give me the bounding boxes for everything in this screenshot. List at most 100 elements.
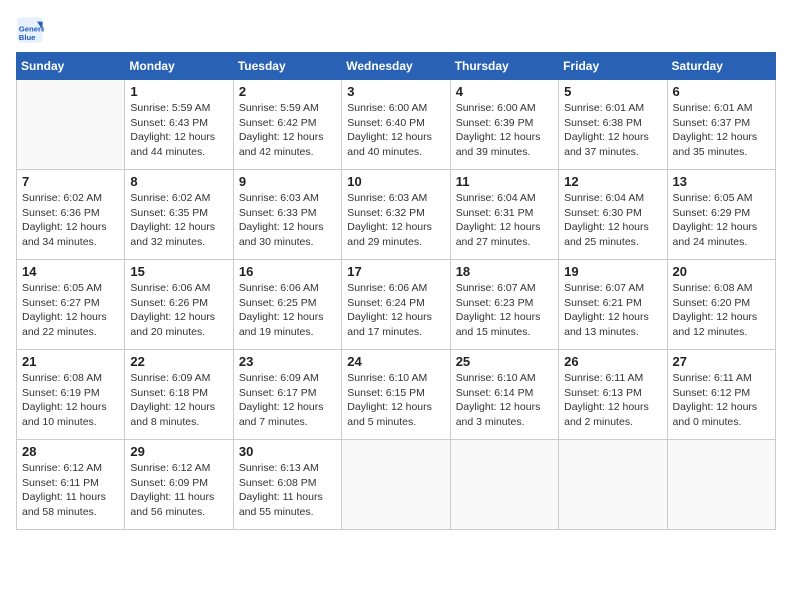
cell-info: Sunrise: 5:59 AM Sunset: 6:42 PM Dayligh… <box>239 101 336 160</box>
calendar-cell: 3Sunrise: 6:00 AM Sunset: 6:40 PM Daylig… <box>342 80 450 170</box>
day-number: 1 <box>130 84 227 99</box>
weekday-header: Sunday <box>17 53 125 80</box>
day-number: 10 <box>347 174 444 189</box>
calendar-cell: 7 Sunrise: 6:02 AM Sunset: 6:36 PM Daylig… <box>17 170 125 260</box>
calendar-cell: 17 Sunrise: 6:06 AM Sunset: 6:24 PM Dayli… <box>342 260 450 350</box>
weekday-header: Monday <box>125 53 233 80</box>
calendar-cell <box>559 440 667 530</box>
cell-info: Sunrise: 6:13 AM Sunset: 6:08 PM Dayligh… <box>239 461 336 520</box>
cell-info: Sunrise: 6:06 AM Sunset: 6:24 PM Dayligh… <box>347 281 444 340</box>
calendar-cell: 26 Sunrise: 6:11 AM Sunset: 6:13 PM Dayli… <box>559 350 667 440</box>
day-number: 7 <box>22 174 119 189</box>
day-number: 18 <box>456 264 553 279</box>
day-number: 30 <box>239 444 336 459</box>
calendar-week-row: 7 Sunrise: 6:02 AM Sunset: 6:36 PM Daylig… <box>17 170 776 260</box>
day-number: 15 <box>130 264 227 279</box>
weekday-header: Tuesday <box>233 53 341 80</box>
day-number: 25 <box>456 354 553 369</box>
cell-info: Sunrise: 6:12 AM Sunset: 6:11 PM Dayligh… <box>22 461 119 520</box>
calendar-cell: 22Sunrise: 6:09 AM Sunset: 6:18 PM Dayli… <box>125 350 233 440</box>
calendar-cell: 1Sunrise: 5:59 AM Sunset: 6:43 PM Daylig… <box>125 80 233 170</box>
day-number: 5 <box>564 84 661 99</box>
calendar-cell: 9 Sunrise: 6:03 AM Sunset: 6:33 PM Daylig… <box>233 170 341 260</box>
cell-info: Sunrise: 6:05 AM Sunset: 6:29 PM Dayligh… <box>673 191 770 250</box>
logo-icon: General Blue <box>16 16 44 44</box>
calendar-cell: 23 Sunrise: 6:09 AM Sunset: 6:17 PM Dayli… <box>233 350 341 440</box>
cell-info: Sunrise: 6:10 AM Sunset: 6:15 PM Dayligh… <box>347 371 444 430</box>
calendar-cell: 19 Sunrise: 6:07 AM Sunset: 6:21 PM Dayli… <box>559 260 667 350</box>
cell-info: Sunrise: 6:04 AM Sunset: 6:31 PM Dayligh… <box>456 191 553 250</box>
cell-info: Sunrise: 6:02 AM Sunset: 6:35 PM Dayligh… <box>130 191 227 250</box>
weekday-header: Wednesday <box>342 53 450 80</box>
day-number: 24 <box>347 354 444 369</box>
day-number: 23 <box>239 354 336 369</box>
day-number: 8 <box>130 174 227 189</box>
calendar-cell <box>342 440 450 530</box>
cell-info: Sunrise: 6:01 AM Sunset: 6:38 PM Dayligh… <box>564 101 661 160</box>
weekday-header: Thursday <box>450 53 558 80</box>
cell-info: Sunrise: 6:03 AM Sunset: 6:33 PM Dayligh… <box>239 191 336 250</box>
calendar-cell: 30 Sunrise: 6:13 AM Sunset: 6:08 PM Dayli… <box>233 440 341 530</box>
svg-text:Blue: Blue <box>19 33 36 42</box>
calendar-header-row: SundayMondayTuesdayWednesdayThursdayFrid… <box>17 53 776 80</box>
cell-info: Sunrise: 6:06 AM Sunset: 6:25 PM Dayligh… <box>239 281 336 340</box>
day-number: 21 <box>22 354 119 369</box>
cell-info: Sunrise: 6:01 AM Sunset: 6:37 PM Dayligh… <box>673 101 770 160</box>
cell-info: Sunrise: 6:04 AM Sunset: 6:30 PM Dayligh… <box>564 191 661 250</box>
calendar-cell: 15 Sunrise: 6:06 AM Sunset: 6:26 PM Dayli… <box>125 260 233 350</box>
calendar-table: SundayMondayTuesdayWednesdayThursdayFrid… <box>16 52 776 530</box>
calendar-cell <box>17 80 125 170</box>
cell-info: Sunrise: 6:07 AM Sunset: 6:23 PM Dayligh… <box>456 281 553 340</box>
day-number: 17 <box>347 264 444 279</box>
calendar-cell: 4 Sunrise: 6:00 AM Sunset: 6:39 PM Daylig… <box>450 80 558 170</box>
calendar-week-row: 21 Sunrise: 6:08 AM Sunset: 6:19 PM Dayli… <box>17 350 776 440</box>
calendar-cell: 29 Sunrise: 6:12 AM Sunset: 6:09 PM Dayli… <box>125 440 233 530</box>
cell-info: Sunrise: 6:09 AM Sunset: 6:17 PM Dayligh… <box>239 371 336 430</box>
calendar-cell: 6Sunrise: 6:01 AM Sunset: 6:37 PM Daylig… <box>667 80 775 170</box>
calendar-cell: 28Sunrise: 6:12 AM Sunset: 6:11 PM Dayli… <box>17 440 125 530</box>
cell-info: Sunrise: 6:09 AM Sunset: 6:18 PM Dayligh… <box>130 371 227 430</box>
day-number: 11 <box>456 174 553 189</box>
day-number: 20 <box>673 264 770 279</box>
calendar-cell: 5 Sunrise: 6:01 AM Sunset: 6:38 PM Daylig… <box>559 80 667 170</box>
day-number: 12 <box>564 174 661 189</box>
cell-info: Sunrise: 6:12 AM Sunset: 6:09 PM Dayligh… <box>130 461 227 520</box>
cell-info: Sunrise: 6:02 AM Sunset: 6:36 PM Dayligh… <box>22 191 119 250</box>
cell-info: Sunrise: 6:03 AM Sunset: 6:32 PM Dayligh… <box>347 191 444 250</box>
calendar-cell: 11 Sunrise: 6:04 AM Sunset: 6:31 PM Dayli… <box>450 170 558 260</box>
day-number: 19 <box>564 264 661 279</box>
day-number: 27 <box>673 354 770 369</box>
day-number: 2 <box>239 84 336 99</box>
calendar-cell: 27 Sunrise: 6:11 AM Sunset: 6:12 PM Dayli… <box>667 350 775 440</box>
calendar-cell: 24 Sunrise: 6:10 AM Sunset: 6:15 PM Dayli… <box>342 350 450 440</box>
cell-info: Sunrise: 6:00 AM Sunset: 6:39 PM Dayligh… <box>456 101 553 160</box>
page-header: General Blue <box>16 16 776 44</box>
calendar-week-row: 1Sunrise: 5:59 AM Sunset: 6:43 PM Daylig… <box>17 80 776 170</box>
calendar-cell: 13 Sunrise: 6:05 AM Sunset: 6:29 PM Dayli… <box>667 170 775 260</box>
calendar-cell: 25 Sunrise: 6:10 AM Sunset: 6:14 PM Dayli… <box>450 350 558 440</box>
cell-info: Sunrise: 6:08 AM Sunset: 6:19 PM Dayligh… <box>22 371 119 430</box>
cell-info: Sunrise: 6:07 AM Sunset: 6:21 PM Dayligh… <box>564 281 661 340</box>
calendar-cell: 8 Sunrise: 6:02 AM Sunset: 6:35 PM Daylig… <box>125 170 233 260</box>
day-number: 13 <box>673 174 770 189</box>
calendar-cell: 10 Sunrise: 6:03 AM Sunset: 6:32 PM Dayli… <box>342 170 450 260</box>
day-number: 9 <box>239 174 336 189</box>
day-number: 4 <box>456 84 553 99</box>
day-number: 29 <box>130 444 227 459</box>
cell-info: Sunrise: 6:06 AM Sunset: 6:26 PM Dayligh… <box>130 281 227 340</box>
day-number: 3 <box>347 84 444 99</box>
cell-info: Sunrise: 6:05 AM Sunset: 6:27 PM Dayligh… <box>22 281 119 340</box>
cell-info: Sunrise: 6:08 AM Sunset: 6:20 PM Dayligh… <box>673 281 770 340</box>
cell-info: Sunrise: 6:10 AM Sunset: 6:14 PM Dayligh… <box>456 371 553 430</box>
calendar-cell: 21 Sunrise: 6:08 AM Sunset: 6:19 PM Dayli… <box>17 350 125 440</box>
cell-info: Sunrise: 6:11 AM Sunset: 6:12 PM Dayligh… <box>673 371 770 430</box>
logo: General Blue <box>16 16 48 44</box>
calendar-week-row: 28Sunrise: 6:12 AM Sunset: 6:11 PM Dayli… <box>17 440 776 530</box>
cell-info: Sunrise: 6:11 AM Sunset: 6:13 PM Dayligh… <box>564 371 661 430</box>
calendar-cell: 16Sunrise: 6:06 AM Sunset: 6:25 PM Dayli… <box>233 260 341 350</box>
day-number: 26 <box>564 354 661 369</box>
calendar-cell: 20 Sunrise: 6:08 AM Sunset: 6:20 PM Dayli… <box>667 260 775 350</box>
calendar-cell <box>667 440 775 530</box>
calendar-cell <box>450 440 558 530</box>
calendar-cell: 2 Sunrise: 5:59 AM Sunset: 6:42 PM Daylig… <box>233 80 341 170</box>
